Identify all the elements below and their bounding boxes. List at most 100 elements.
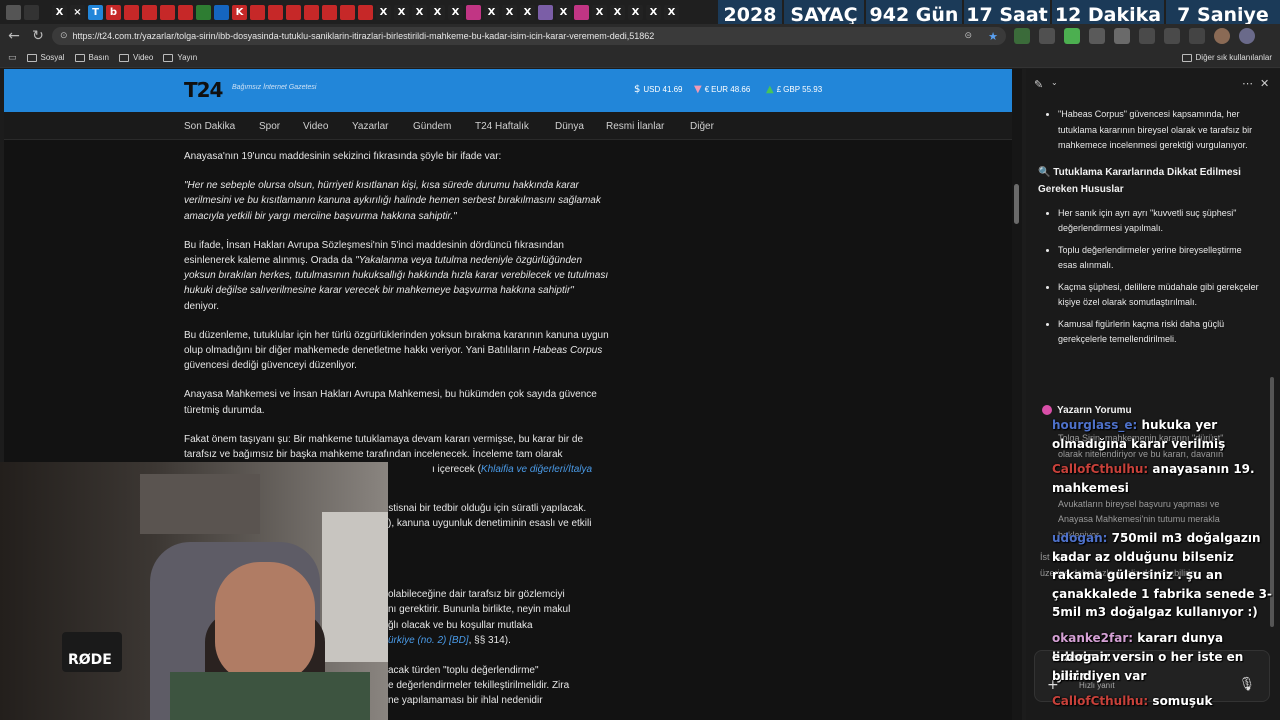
tab-x-icon[interactable]: X <box>610 4 625 20</box>
window-menu-icon[interactable] <box>6 4 21 20</box>
tab-x-icon[interactable]: X <box>430 4 445 20</box>
paragraph: Anayasa Mahkemesi ve İnsan Hakları Avrup… <box>184 389 597 416</box>
page-scrollbar[interactable] <box>1012 69 1022 720</box>
bookmark-label: Diğer sık kullanılanlar <box>1195 53 1272 62</box>
list-item: "Habeas Corpus" güvencesi kapsamında, he… <box>1038 107 1262 154</box>
tab-news-icon[interactable] <box>196 4 211 20</box>
cam-shirt <box>170 672 370 720</box>
tab-x-icon[interactable]: X <box>628 4 643 20</box>
tab-instagram-icon[interactable] <box>466 4 481 20</box>
bookmark-folder-yayin[interactable]: Yayın <box>163 53 197 62</box>
tab-x-icon[interactable]: X <box>412 4 427 20</box>
nav-dunya[interactable]: Dünya <box>555 121 584 132</box>
bookmark-folder-sosyal[interactable]: Sosyal <box>26 53 65 62</box>
bookmarks-bar: ▭ Sosyal Basın Video Yayın Diğer sık kul… <box>0 48 1280 68</box>
up-arrow-icon: ▲ <box>766 84 774 95</box>
extension-icon[interactable] <box>1064 28 1080 44</box>
tab-news-icon[interactable] <box>340 4 355 20</box>
nav-resmi-ilanlar[interactable]: Resmi İlanlar <box>606 121 664 132</box>
chat-message: kadar az olduğunu bilseniz <box>1052 548 1234 567</box>
case-link[interactable]: [BD] <box>446 635 468 646</box>
reload-icon[interactable]: ↻ <box>26 28 50 44</box>
tab-news-icon[interactable] <box>322 4 337 20</box>
collections-icon[interactable] <box>1189 28 1205 44</box>
extension-icon[interactable] <box>1014 28 1030 44</box>
site-info-icon[interactable]: ⊙ <box>60 31 68 41</box>
chat-username: hourglass_e: <box>1052 418 1138 432</box>
more-icon[interactable]: ⋯ <box>1242 77 1253 90</box>
tab-news-icon[interactable] <box>304 4 319 20</box>
faded-text: Anayasa Mahkemesi'nin tutumu merakla <box>1058 514 1220 524</box>
tab-news-icon[interactable] <box>142 4 157 20</box>
read-aloud-icon[interactable]: ⊝ <box>964 31 972 41</box>
tab-news-icon[interactable] <box>250 4 265 20</box>
tab-news-icon[interactable]: K <box>232 4 247 20</box>
tab-news-icon[interactable] <box>358 4 373 20</box>
chat-text: mahkemesi <box>1052 481 1129 495</box>
tab-ai-icon[interactable] <box>538 4 553 20</box>
address-bar[interactable]: ⊙ https://t24.com.tr/yazarlar/tolga-siri… <box>52 27 1006 45</box>
tab-x-icon[interactable]: X <box>448 4 463 20</box>
case-link[interactable]: ürkiye (no. 2) <box>388 635 446 646</box>
extension-icon[interactable] <box>1039 28 1055 44</box>
tab-news-icon[interactable] <box>160 4 175 20</box>
nav-video[interactable]: Video <box>303 121 328 132</box>
tab-x-icon[interactable]: X <box>664 4 679 20</box>
tab-t24-icon[interactable]: T <box>88 4 103 20</box>
close-icon[interactable]: ✕ <box>1260 77 1269 90</box>
tab-news-icon[interactable]: b <box>106 4 121 20</box>
tab-news-icon[interactable] <box>214 4 229 20</box>
chat-text: bilir diyen var <box>1052 669 1147 683</box>
tab-x-icon[interactable]: X <box>556 4 571 20</box>
tab-x-icon[interactable]: X <box>52 4 67 20</box>
chat-text: çanakkalede 1 fabrika senede 3- <box>1052 587 1272 601</box>
shield-icon[interactable] <box>1164 28 1180 44</box>
tab-news-icon[interactable] <box>268 4 283 20</box>
compose-icon[interactable]: ✎ <box>1034 78 1043 91</box>
nav-diger[interactable]: Diğer <box>690 121 714 132</box>
tab-instagram-icon[interactable] <box>574 4 589 20</box>
nav-spor[interactable]: Spor <box>259 121 280 132</box>
collapse-icon[interactable]: ▭ <box>8 53 17 63</box>
site-tagline: Bağımsız İnternet Gazetesi <box>232 84 317 91</box>
bookmark-folder-video[interactable]: Video <box>119 53 153 62</box>
nav-gundem[interactable]: Gündem <box>413 121 451 132</box>
back-icon[interactable]: ← <box>2 28 26 44</box>
tab-x-icon[interactable]: X <box>520 4 535 20</box>
article-fragment: e değerlendirmeler tekilleştirilmelidir.… <box>388 680 570 691</box>
section-heading: 🔍 Tutuklama Kararlarında Dikkat Edilmesi… <box>1038 166 1241 195</box>
chat-username: CallofCthulhu: <box>1052 694 1149 708</box>
site-logo[interactable]: T24 <box>184 78 223 102</box>
favorite-star-icon[interactable]: ★ <box>988 30 998 43</box>
nav-yazarlar[interactable]: Yazarlar <box>352 121 389 132</box>
tab-close-icon[interactable]: × <box>70 4 85 20</box>
copilot-icon[interactable] <box>1239 28 1255 44</box>
tab-news-icon[interactable] <box>178 4 193 20</box>
bookmark-label: Basın <box>88 53 109 62</box>
list-item: Kamusal figürlerin kaçma riski daha güçl… <box>1038 317 1262 348</box>
other-bookmarks[interactable]: Diğer sık kullanılanlar <box>1181 53 1272 62</box>
tab-x-icon[interactable]: X <box>484 4 499 20</box>
scroll-thumb[interactable] <box>1014 184 1019 224</box>
nav-son-dakika[interactable]: Son Dakika <box>184 121 235 132</box>
tab-x-icon[interactable]: X <box>646 4 661 20</box>
tab-x-icon[interactable]: X <box>502 4 517 20</box>
list-item: Toplu değerlendirmeler yerine bireyselle… <box>1038 243 1262 274</box>
tab-x-icon[interactable]: X <box>592 4 607 20</box>
bookmark-folder-basin[interactable]: Basın <box>74 53 109 62</box>
tab-actions-icon[interactable] <box>24 4 39 20</box>
address-row: ← ↻ ⊙ https://t24.com.tr/yazarlar/tolga-… <box>0 24 1280 48</box>
chevron-down-icon[interactable]: ⌄ <box>1051 78 1058 87</box>
faded-text: Avukatların bireysel başvuru yapması ve <box>1058 499 1220 509</box>
tab-news-icon[interactable] <box>286 4 301 20</box>
extensions-puzzle-icon[interactable] <box>1114 28 1130 44</box>
folder-icon <box>74 53 85 62</box>
tab-news-icon[interactable] <box>124 4 139 20</box>
tab-x-icon[interactable]: X <box>376 4 391 20</box>
article-fragment: olabileceğine dair tarafsız bir gözlemci… <box>388 589 565 600</box>
extension-icon[interactable] <box>1089 28 1105 44</box>
favorites-icon[interactable] <box>1139 28 1155 44</box>
tab-x-icon[interactable]: X <box>394 4 409 20</box>
nav-t24-haftalik[interactable]: T24 Haftalık <box>475 121 529 132</box>
avatar[interactable] <box>1214 28 1230 44</box>
